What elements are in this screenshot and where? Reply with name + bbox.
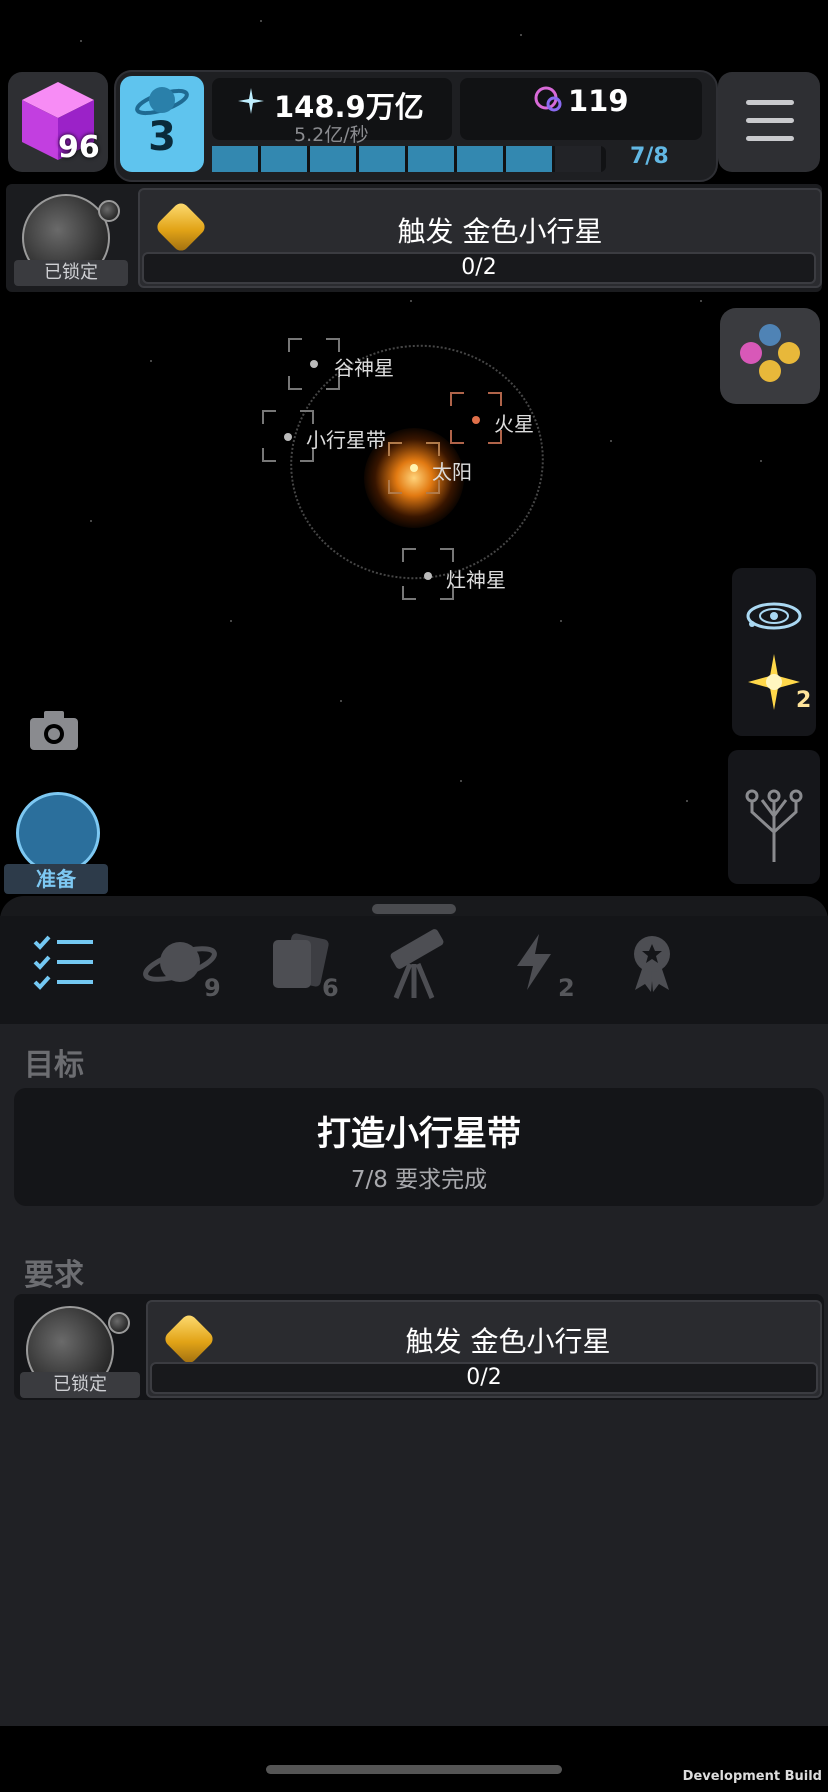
side-panel: 2 — [732, 568, 816, 736]
tab-telescope[interactable] — [374, 922, 454, 1002]
planet-label-asteroid-belt[interactable]: 小行星带 — [306, 424, 386, 453]
req-task-title: 触发 金色小行星 — [405, 1325, 611, 1358]
tab-energy-count: 2 — [558, 974, 575, 1002]
planet-label-ceres[interactable]: 谷神星 — [334, 352, 394, 381]
wormhole-icon — [16, 792, 100, 874]
goal-heading: 目标 — [24, 1048, 84, 1083]
camera-icon[interactable] — [28, 708, 80, 752]
telescope-icon — [390, 929, 444, 999]
req-task-box[interactable]: 触发 金色小行星 0/2 — [146, 1300, 822, 1398]
orbit-view-icon[interactable] — [744, 594, 804, 638]
planet-label-mars[interactable]: 火星 — [494, 408, 534, 437]
goal-title: 打造小行星带 — [317, 1114, 521, 1154]
tab-goals[interactable] — [24, 922, 104, 1002]
solar-map: 谷神星 火星 小行星带 太阳 灶神星 — [0, 0, 828, 900]
tab-planets-count: 9 — [204, 974, 221, 1002]
requirement-card[interactable]: 已锁定 触发 金色小行星 0/2 — [14, 1294, 824, 1400]
tab-achievements[interactable] — [612, 922, 692, 1002]
planet-label-sun[interactable]: 太阳 — [432, 456, 472, 485]
req-locked-label: 已锁定 — [20, 1372, 140, 1398]
lightning-icon — [517, 934, 551, 990]
requirements-heading: 要求 — [24, 1258, 84, 1293]
planet-label-vesta[interactable]: 灶神星 — [446, 564, 506, 593]
burst-star-icon[interactable] — [744, 652, 804, 712]
dev-build-label: Development Build — [682, 1769, 822, 1784]
tech-tree-icon — [745, 789, 803, 862]
tech-tree-button[interactable] — [728, 750, 820, 884]
burst-count: 2 — [796, 688, 812, 713]
gold-asteroid-icon — [162, 1312, 216, 1366]
sheet-handle[interactable] — [372, 904, 456, 914]
award-ribbon-icon — [634, 936, 670, 992]
req-task-progress: 0/2 — [150, 1362, 818, 1394]
checklist-icon — [33, 935, 93, 990]
goal-progress-text: 7/8 要求完成 — [350, 1167, 488, 1193]
tab-cards-count: 6 — [322, 974, 339, 1002]
home-indicator[interactable] — [266, 1765, 562, 1774]
warp-button[interactable]: 准备 — [4, 792, 108, 894]
warp-label: 准备 — [4, 864, 108, 894]
